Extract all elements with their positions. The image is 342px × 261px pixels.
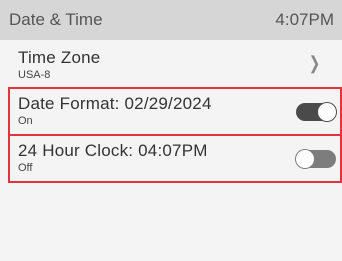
clock-24h-title: 24 Hour Clock: 04:07PM	[18, 141, 208, 160]
time-zone-row[interactable]: Time Zone USA-8 ❯	[0, 40, 342, 86]
clock-24h-state: Off	[18, 162, 33, 174]
chevron-right-icon: ❯	[308, 53, 321, 73]
status-bar: Date & Time 4:07PM	[0, 0, 342, 40]
clock-time: 4:07PM	[275, 10, 334, 29]
date-format-state: On	[18, 115, 33, 127]
toggle-knob	[296, 150, 314, 168]
time-zone-value: USA-8	[18, 69, 51, 81]
settings-list: Time Zone USA-8 ❯ Date Format: 02/29/202…	[0, 40, 342, 180]
clock-24h-row[interactable]: 24 Hour Clock: 04:07PM Off	[0, 133, 342, 180]
time-zone-title: Time Zone	[18, 48, 101, 67]
toggle-knob	[318, 103, 336, 121]
date-time-screen: Date & Time 4:07PM Time Zone USA-8 ❯ Dat…	[0, 0, 342, 261]
page-title: Date & Time	[9, 10, 103, 29]
date-format-row[interactable]: Date Format: 02/29/2024 On	[0, 86, 342, 133]
date-format-title: Date Format: 02/29/2024	[18, 94, 212, 113]
date-format-toggle[interactable]	[296, 103, 336, 121]
clock-24h-toggle[interactable]	[296, 150, 336, 168]
